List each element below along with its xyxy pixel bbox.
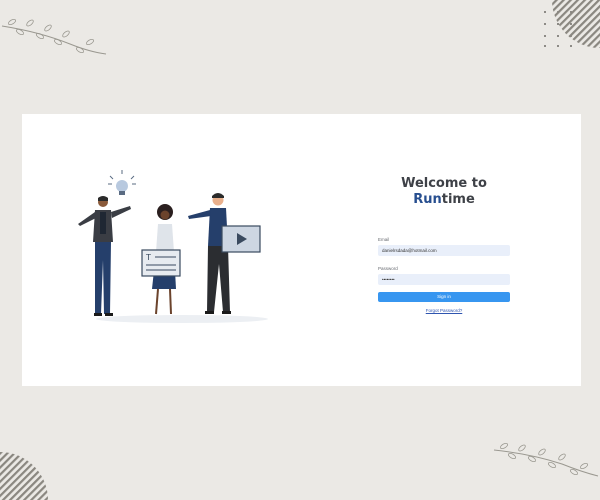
- email-label: Email: [378, 237, 390, 242]
- brand-rest-text: time: [441, 192, 475, 207]
- password-field[interactable]: ••••••••: [378, 274, 510, 285]
- svg-text:T: T: [145, 253, 151, 262]
- leaf-branch-decoration-top-left: [1, 18, 107, 55]
- lightbulb-icon: [108, 170, 136, 195]
- person-woman-middle: T: [141, 204, 181, 315]
- welcome-heading: Welcome to: [401, 176, 487, 191]
- login-form: Email danielrsdada@hotmail.com Password …: [378, 237, 510, 313]
- person-man-right: [188, 193, 261, 314]
- leaf-branch-decoration-bottom-right: [493, 442, 599, 477]
- login-card: T Welcome to Runtime Email danielrsdada@…: [22, 114, 581, 386]
- sign-in-button[interactable]: Sign in: [378, 292, 510, 302]
- striped-circle-decoration-top-right: [552, 0, 600, 48]
- team-illustration: T: [78, 170, 268, 323]
- login-panel: Welcome to Runtime Email danielrsdada@ho…: [377, 176, 511, 313]
- brand-name: Runtime: [377, 192, 511, 208]
- password-label: Password: [378, 266, 398, 271]
- email-field[interactable]: danielrsdada@hotmail.com: [378, 245, 510, 256]
- brand-accent-text: Run: [413, 192, 442, 207]
- forgot-password-link[interactable]: Forgot Password?: [378, 308, 510, 313]
- person-man-left: [78, 196, 131, 316]
- striped-circle-decoration-bottom-left: [0, 452, 48, 500]
